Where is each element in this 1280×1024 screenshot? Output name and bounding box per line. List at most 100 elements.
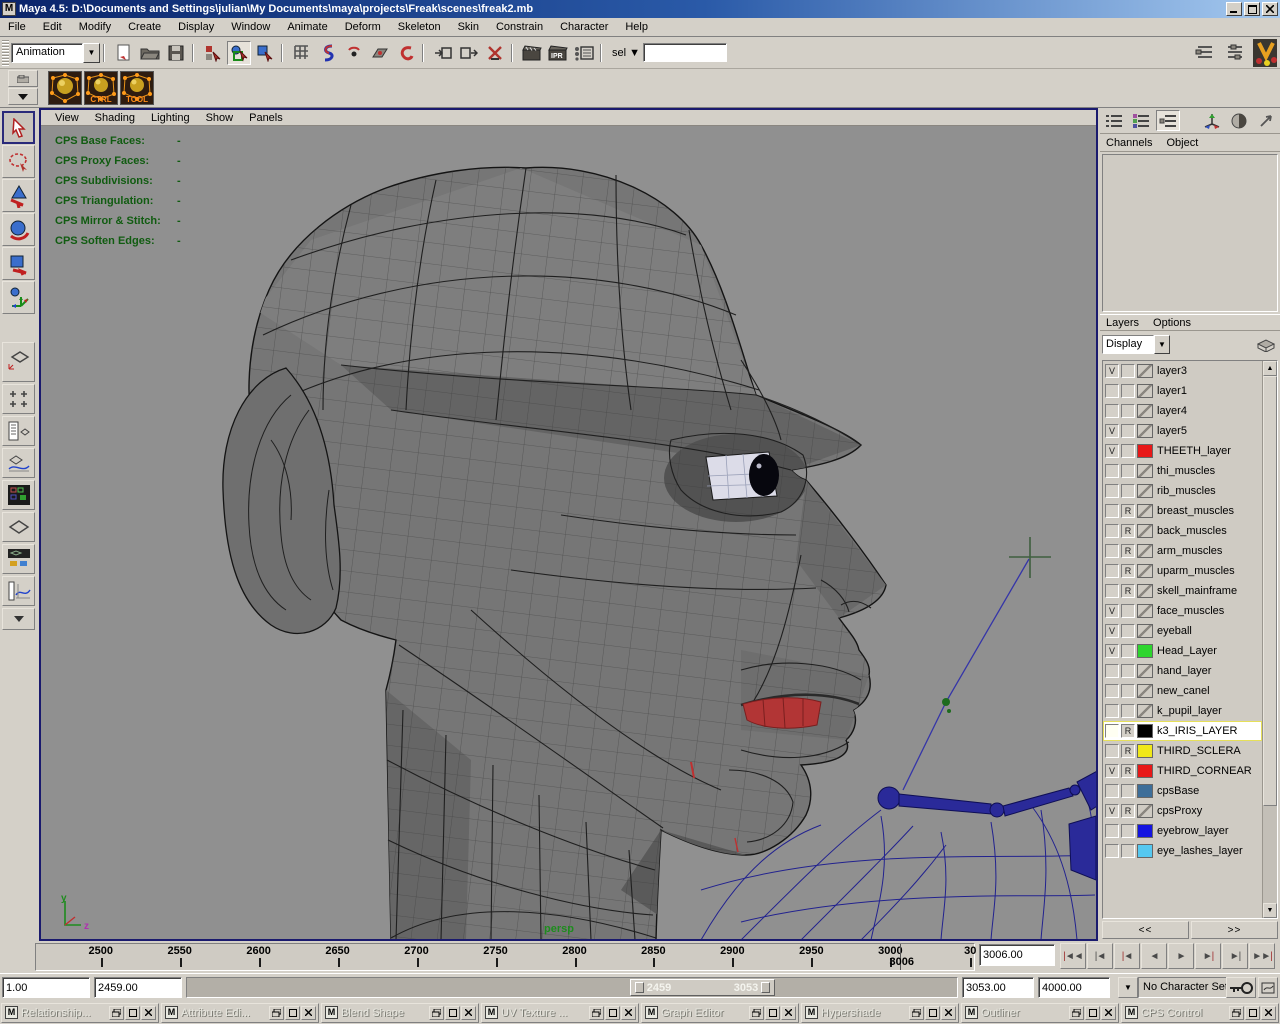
channel-list-icon[interactable]	[1102, 110, 1126, 131]
channel-colored-list-icon[interactable]	[1129, 110, 1153, 131]
layer-visibility-toggle[interactable]: V	[1105, 444, 1119, 458]
layer-name[interactable]: eye_lashes_layer	[1157, 845, 1243, 857]
layer-name[interactable]: THIRD_CORNEAR	[1157, 765, 1252, 777]
auto-keyframe-toggle[interactable]	[1226, 977, 1256, 998]
shelf-menu-arrow-icon[interactable]	[8, 88, 38, 105]
layer-visibility-toggle[interactable]	[1105, 584, 1119, 598]
restore-icon[interactable]	[1069, 1006, 1084, 1020]
lasso-tool-button[interactable]	[2, 145, 35, 178]
layer-color-swatch[interactable]	[1137, 464, 1153, 478]
menu-layers[interactable]: Layers	[1106, 317, 1139, 329]
layer-color-swatch[interactable]	[1137, 844, 1153, 858]
animation-end-field[interactable]	[1038, 977, 1110, 998]
menu-deform[interactable]: Deform	[345, 21, 381, 33]
layer-row[interactable]: Ruparm_muscles	[1103, 561, 1262, 581]
scroll-up-icon[interactable]: ▲	[1263, 361, 1277, 376]
layer-visibility-toggle[interactable]: V	[1105, 644, 1119, 658]
output-connections-icon[interactable]	[457, 41, 481, 65]
layout-persp-graph2-button[interactable]	[2, 576, 35, 606]
layer-color-swatch[interactable]	[1137, 764, 1153, 778]
close-icon[interactable]	[781, 1006, 796, 1020]
taskbar-window-cps-control[interactable]: MCPS Control	[1121, 1003, 1279, 1023]
layer-color-swatch[interactable]	[1137, 804, 1153, 818]
show-channel-box-icon[interactable]	[1193, 41, 1217, 65]
restore-icon[interactable]	[269, 1006, 284, 1020]
close-icon[interactable]	[141, 1006, 156, 1020]
layer-row[interactable]: cpsBase	[1103, 781, 1262, 801]
menu-window[interactable]: Window	[231, 21, 270, 33]
layer-row[interactable]: Rk3_IRIS_LAYER	[1103, 721, 1262, 741]
layer-name[interactable]: rib_muscles	[1157, 485, 1216, 497]
layer-reference-toggle[interactable]	[1121, 784, 1135, 798]
layer-color-swatch[interactable]	[1137, 544, 1153, 558]
layer-reference-toggle[interactable]	[1121, 844, 1135, 858]
play-forwards-button[interactable]: ►	[1168, 943, 1194, 969]
layout-hypershade-persp-button[interactable]	[2, 480, 35, 510]
layer-name[interactable]: k3_IRIS_LAYER	[1157, 725, 1238, 737]
layer-name[interactable]: eyebrow_layer	[1157, 825, 1229, 837]
range-end-grip[interactable]	[761, 982, 770, 993]
layout-persp-outliner-button[interactable]	[2, 416, 35, 446]
channel-box-layout-icon[interactable]	[1156, 110, 1180, 131]
shelf-item-cps-tool[interactable]: TOOL	[120, 71, 154, 105]
restore-icon[interactable]	[909, 1006, 924, 1020]
layer-reference-toggle[interactable]: R	[1121, 564, 1135, 578]
scale-tool-button[interactable]	[2, 247, 35, 280]
restore-icon[interactable]	[109, 1006, 124, 1020]
taskbar-window-outliner[interactable]: MOutliner	[961, 1003, 1119, 1023]
maximize-icon[interactable]	[925, 1006, 940, 1020]
layer-visibility-toggle[interactable]	[1105, 404, 1119, 418]
menu-edit[interactable]: Edit	[43, 21, 62, 33]
tab-channels[interactable]: Channels	[1106, 137, 1152, 149]
close-button[interactable]	[1262, 2, 1278, 16]
select-hierarchy-icon[interactable]	[201, 41, 225, 65]
layer-reference-toggle[interactable]: R	[1121, 524, 1135, 538]
restore-icon[interactable]	[429, 1006, 444, 1020]
layer-reference-toggle[interactable]	[1121, 684, 1135, 698]
shelf-item-cps[interactable]	[48, 71, 82, 105]
tab-object[interactable]: Object	[1166, 137, 1198, 149]
layer-name[interactable]: k_pupil_layer	[1157, 705, 1222, 717]
layer-visibility-toggle[interactable]	[1105, 684, 1119, 698]
layer-color-swatch[interactable]	[1137, 784, 1153, 798]
layer-name[interactable]: new_canel	[1157, 685, 1210, 697]
layer-color-swatch[interactable]	[1137, 684, 1153, 698]
menu-file[interactable]: File	[8, 21, 26, 33]
layer-reference-toggle[interactable]: R	[1121, 744, 1135, 758]
select-component-icon[interactable]	[253, 41, 277, 65]
layer-reference-toggle[interactable]	[1121, 384, 1135, 398]
layer-row[interactable]: Vlayer3	[1103, 361, 1262, 381]
layer-reference-toggle[interactable]	[1121, 424, 1135, 438]
wireframe-head-model[interactable]	[41, 126, 1096, 939]
layer-row[interactable]: VRTHIRD_CORNEAR	[1103, 761, 1262, 781]
layer-reference-toggle[interactable]	[1121, 664, 1135, 678]
toolbar-separator[interactable]	[422, 42, 427, 64]
layer-reference-toggle[interactable]	[1121, 444, 1135, 458]
layer-reference-toggle[interactable]	[1121, 484, 1135, 498]
manipulator-axis-icon[interactable]	[1200, 110, 1224, 131]
layer-reference-toggle[interactable]	[1121, 364, 1135, 378]
snap-surface-icon[interactable]	[368, 41, 392, 65]
layer-reference-toggle[interactable]	[1121, 604, 1135, 618]
layer-row[interactable]: layer4	[1103, 401, 1262, 421]
snap-view-plane-icon[interactable]	[394, 41, 418, 65]
render-current-frame-icon[interactable]	[520, 41, 544, 65]
ipr-render-icon[interactable]: IPR	[546, 41, 570, 65]
taskbar-window-graph-editor[interactable]: MGraph Editor	[641, 1003, 799, 1023]
menu-display[interactable]: Display	[178, 21, 214, 33]
layer-name[interactable]: THEETH_layer	[1157, 445, 1231, 457]
close-icon[interactable]	[461, 1006, 476, 1020]
layer-row[interactable]: R THIRD_SCLERA	[1103, 741, 1262, 761]
show-manipulator-tool-button[interactable]	[2, 281, 35, 314]
layer-name[interactable]: layer5	[1157, 425, 1187, 437]
restore-icon[interactable]	[1229, 1006, 1244, 1020]
layer-name[interactable]: thi_muscles	[1157, 465, 1215, 477]
layer-color-swatch[interactable]	[1137, 444, 1153, 458]
menu-skin[interactable]: Skin	[458, 21, 479, 33]
layer-visibility-toggle[interactable]: V	[1105, 364, 1119, 378]
layer-name[interactable]: THIRD_SCLERA	[1157, 745, 1241, 757]
layer-row[interactable]: Rback_muscles	[1103, 521, 1262, 541]
scrollbar-thumb[interactable]	[1263, 376, 1277, 806]
menu-character[interactable]: Character	[560, 21, 608, 33]
taskbar-window-attribute-editor[interactable]: MAttribute Edi...	[161, 1003, 319, 1023]
